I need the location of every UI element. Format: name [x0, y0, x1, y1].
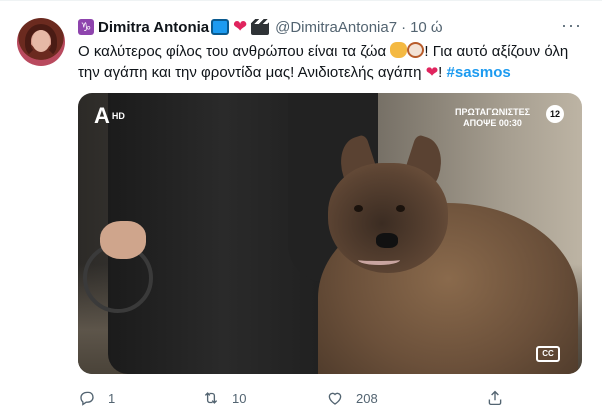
media-dog-mouth: [358, 255, 400, 265]
tweet-card[interactable]: ♑ Dimitra Antonia ❤ @DimitraAntonia7 · 1…: [0, 0, 602, 415]
author-name[interactable]: Dimitra Antonia: [98, 19, 209, 36]
retweet-button[interactable]: 10: [202, 384, 246, 412]
media-dog-eye-left: [354, 205, 363, 212]
channel-logo: A HD: [94, 105, 125, 127]
tweet-media-image[interactable]: A HD ΠΡΩΤΑΓΩΝΙΣΤΕΣ ΑΠΟΨΕ 00:30 12 CC: [78, 93, 582, 374]
more-options-icon[interactable]: ···: [561, 16, 582, 34]
media-hand: [100, 221, 146, 259]
heart-emoji: ❤: [425, 64, 439, 81]
channel-hd-label: HD: [111, 111, 125, 121]
share-button[interactable]: [486, 384, 504, 412]
author-handle[interactable]: @DimitraAntonia7: [275, 19, 397, 36]
heart-emoji: ❤: [233, 17, 248, 36]
channel-logo-mark: A: [94, 103, 110, 128]
like-icon: [328, 392, 342, 405]
promo-text: ΠΡΩΤΑΓΩΝΙΣΤΕΣ ΑΠΟΨΕ 00:30: [455, 107, 530, 129]
reply-button[interactable]: 1: [78, 384, 115, 412]
tweet-header: ♑ Dimitra Antonia ❤ @DimitraAntonia7 · 1…: [78, 16, 443, 38]
reply-icon: [80, 391, 94, 406]
media-dog-eye-right: [396, 205, 405, 212]
cat-emoji-icon: [390, 42, 408, 58]
retweet-icon: [204, 392, 218, 404]
clapperboard-emoji-icon: [251, 19, 270, 35]
reply-count: 1: [108, 390, 116, 406]
media-dog-nose: [376, 233, 398, 248]
tv-emoji-icon: [211, 19, 230, 35]
dog-emoji-icon: [407, 42, 425, 58]
promo-line-2: ΑΠΟΨΕ 00:30: [463, 118, 522, 128]
tweet-text-part1: Ο καλύτερος φίλος του ανθρώπου είναι τα …: [78, 43, 391, 60]
retweet-count: 10: [232, 390, 247, 406]
share-icon: [488, 390, 502, 406]
tweet-actions: 1 10 208: [78, 384, 578, 412]
tweet-text-part3: !: [438, 64, 447, 81]
promo-line-1: ΠΡΩΤΑΓΩΝΙΣΤΕΣ: [455, 107, 530, 117]
closed-captions-icon: CC: [536, 346, 560, 362]
like-count: 208: [356, 390, 378, 406]
tweet-time[interactable]: 10 ώ: [410, 19, 443, 36]
avatar[interactable]: [17, 18, 65, 66]
avatar-face: [32, 30, 50, 52]
zodiac-emoji: ♑: [78, 19, 94, 35]
tweet-text: Ο καλύτερος φίλος του ανθρώπου είναι τα …: [78, 41, 578, 83]
separator-dot: ·: [401, 18, 407, 36]
hashtag-link[interactable]: #sasmos: [447, 64, 511, 81]
like-button[interactable]: 208: [326, 384, 378, 412]
age-rating-badge: 12: [546, 105, 564, 123]
